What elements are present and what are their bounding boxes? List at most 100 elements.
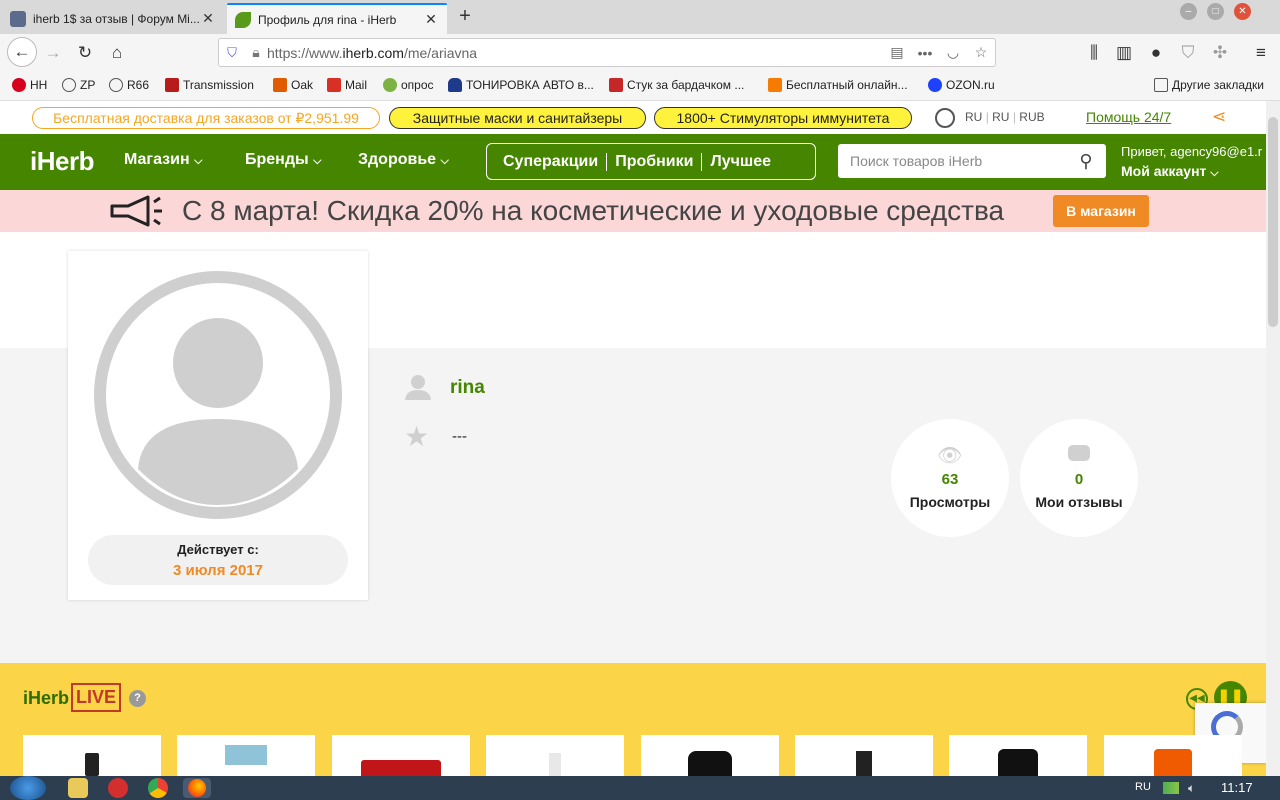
bookmark-label: Бесплатный онлайн... [786, 78, 908, 92]
opera-icon[interactable] [108, 778, 128, 798]
best-link[interactable]: Лучшее [702, 153, 779, 171]
firefox-icon [188, 779, 206, 797]
close-window-icon[interactable]: ✕ [1234, 3, 1251, 20]
bookmark-item[interactable]: Oak [273, 78, 313, 92]
locale-selector[interactable]: RU | RU | RUB [965, 110, 1045, 124]
extension-icon[interactable]: ✣ [1209, 42, 1231, 64]
transmission-icon [165, 78, 179, 92]
new-tab-icon[interactable]: + [453, 5, 477, 28]
more-actions-icon[interactable]: ••• [911, 45, 939, 61]
sidebar-icon[interactable]: ▥ [1113, 42, 1135, 64]
address-bar[interactable]: ⛉ 🔒︎ https://www. iherb.com/me/ariavna ▤ … [218, 38, 996, 67]
reload-icon[interactable]: ↻ [74, 42, 96, 64]
bookmark-label: Transmission [183, 78, 254, 92]
browser-tab-active[interactable]: Профиль для rina - iHerb ✕ [227, 3, 447, 34]
minimize-icon[interactable]: – [1180, 3, 1197, 20]
product-image [998, 749, 1038, 776]
product-card[interactable] [486, 735, 624, 776]
bookmark-item[interactable]: HH [12, 78, 47, 92]
other-bookmarks[interactable]: Другие закладки [1154, 78, 1264, 92]
browser-tab-bar: iherb 1$ за отзыв | Форум Мі... ✕ Профил… [0, 0, 1280, 34]
bookmark-label: ТОНИРОВКА АВТО в... [466, 78, 594, 92]
help-link[interactable]: Помощь 24/7 [1086, 109, 1171, 125]
search-input[interactable]: Поиск товаров iHerb ⚲ [838, 144, 1106, 178]
bookmark-item[interactable]: OZON.ru [928, 78, 995, 92]
extension-shield-icon[interactable]: ⛉ [1177, 42, 1199, 64]
maximize-icon[interactable]: □ [1207, 3, 1224, 20]
bookmark-star-icon[interactable]: ☆ [967, 44, 995, 61]
back-button[interactable]: ← [7, 37, 37, 67]
bookmark-item[interactable]: ТОНИРОВКА АВТО в... [448, 78, 594, 92]
shop-button[interactable]: В магазин [1053, 195, 1149, 227]
nav-brands[interactable]: Бренды ⌵ [245, 151, 321, 169]
bookmark-item[interactable]: опрос [383, 78, 434, 92]
chrome-icon[interactable] [148, 778, 168, 798]
bookmark-label: опрос [401, 78, 434, 92]
bookmarks-bar: HH ZP R66 Transmission Oak Mail опрос ТО… [0, 72, 1280, 101]
account-icon[interactable]: ● [1145, 42, 1167, 64]
network-icon[interactable] [1163, 782, 1179, 794]
bookmark-item[interactable]: R66 [109, 78, 149, 92]
bookmark-item[interactable]: Стук за бардачком ... [609, 78, 744, 92]
library-icon[interactable]: ⫼ [1083, 42, 1105, 64]
browser-tab[interactable]: iherb 1$ за отзыв | Форум Мі... ✕ [2, 3, 224, 34]
bookmark-label: R66 [127, 78, 150, 92]
product-card[interactable] [177, 735, 315, 776]
product-card[interactable] [23, 735, 161, 776]
help-icon[interactable]: ? [129, 690, 146, 707]
megaphone-icon [110, 195, 162, 227]
reviews-stat[interactable]: 0 Мои отзывы [1020, 419, 1138, 537]
bookmark-item[interactable]: Transmission [165, 78, 254, 92]
superdeals-link[interactable]: Суперакции [487, 152, 608, 171]
keyboard-layout[interactable]: RU [1135, 781, 1151, 793]
scrollbar-thumb[interactable] [1268, 117, 1278, 327]
url-path: /me/ariavna [403, 44, 478, 61]
tab-title: iherb 1$ за отзыв | Форум Мі... [33, 11, 200, 26]
my-account-menu[interactable]: Мой аккаунт ⌵ [1121, 163, 1219, 180]
close-tab-icon[interactable]: ✕ [200, 10, 216, 27]
product-card[interactable] [1104, 735, 1242, 776]
search-placeholder: Поиск товаров iHerb [850, 153, 983, 169]
product-image [225, 745, 267, 765]
masks-promo-pill[interactable]: Защитные маски и санитайзеры [389, 107, 646, 129]
start-button[interactable] [10, 776, 46, 800]
immunity-promo-pill[interactable]: 1800+ Стимуляторы иммунитета [654, 107, 912, 129]
explorer-icon[interactable] [68, 778, 88, 798]
page-scrollbar[interactable] [1266, 101, 1280, 776]
home-icon[interactable]: ⌂ [106, 42, 128, 64]
live-badge: LIVE [71, 683, 122, 712]
free-shipping-pill[interactable]: Бесплатная доставка для заказов от ₽2,95… [32, 107, 380, 129]
member-since-date: 3 июля 2017 [173, 562, 263, 579]
pocket-icon[interactable]: ◡ [939, 44, 967, 61]
bookmark-item[interactable]: ZP [62, 78, 95, 92]
product-card[interactable] [332, 735, 470, 776]
product-image [85, 753, 99, 776]
clock[interactable]: 11:17 [1221, 780, 1253, 795]
product-image [688, 751, 732, 776]
share-icon[interactable]: ⋖ [1212, 107, 1226, 127]
sms-icon [768, 78, 782, 92]
forward-button[interactable]: → [42, 42, 64, 64]
hamburger-menu-icon[interactable]: ≡ [1250, 42, 1272, 64]
reader-mode-icon[interactable]: ▤ [883, 44, 911, 61]
close-tab-icon[interactable]: ✕ [423, 11, 439, 28]
nav-health[interactable]: Здоровье ⌵ [358, 151, 449, 169]
volume-icon[interactable]: 🔈︎ [1188, 781, 1195, 796]
nav-shop[interactable]: Магазин ⌵ [124, 151, 202, 169]
oak-icon [273, 78, 287, 92]
promo-strip: Бесплатная доставка для заказов от ₽2,95… [0, 101, 1266, 134]
search-icon[interactable]: ⚲ [1066, 151, 1106, 172]
survey-icon [383, 78, 397, 92]
product-card[interactable] [795, 735, 933, 776]
iherb-logo[interactable]: iHerb [30, 146, 94, 177]
product-card[interactable] [641, 735, 779, 776]
globe-icon[interactable] [935, 108, 955, 128]
bookmark-label: HH [30, 78, 48, 92]
bookmark-label: ZP [80, 78, 96, 92]
bookmark-item[interactable]: Mail [327, 78, 367, 92]
march-8-banner: С 8 марта! Скидка 20% на косметические и… [0, 190, 1266, 232]
product-card[interactable] [949, 735, 1087, 776]
samples-link[interactable]: Пробники [607, 152, 703, 171]
firefox-taskbar-item[interactable] [183, 778, 211, 798]
bookmark-item[interactable]: Бесплатный онлайн... [768, 78, 908, 92]
